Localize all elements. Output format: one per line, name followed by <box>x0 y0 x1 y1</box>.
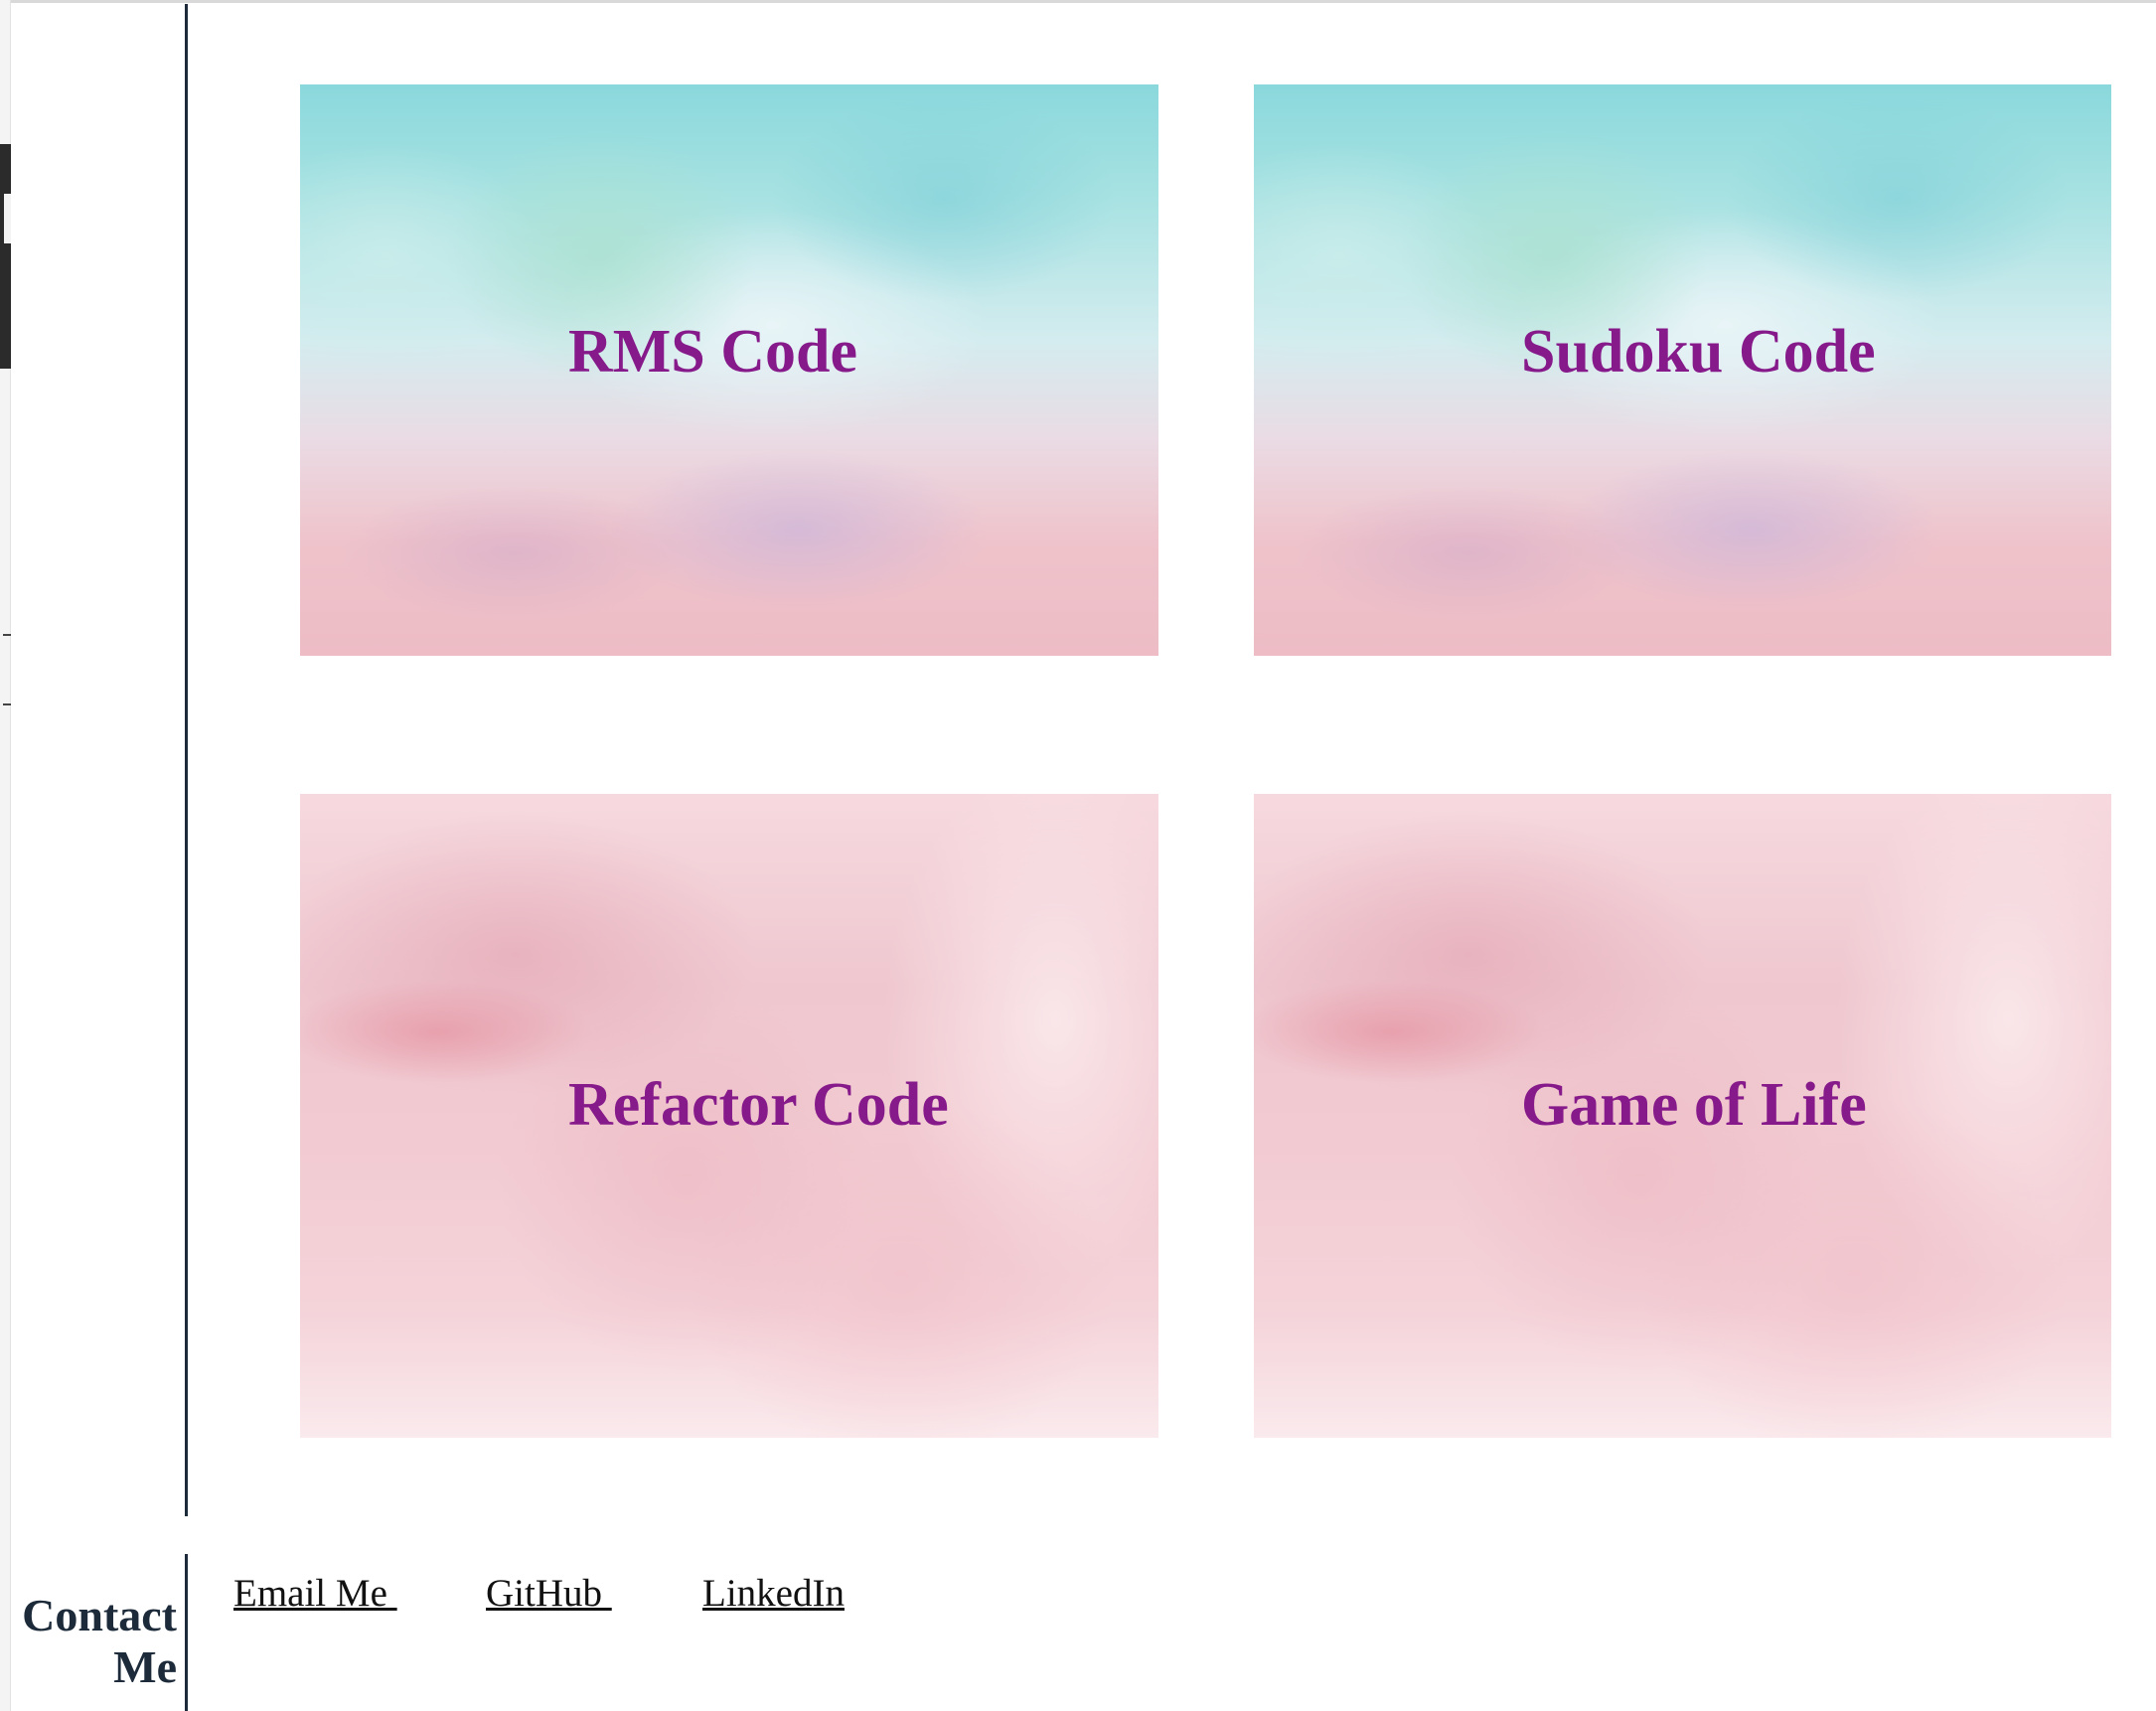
window-top-edge <box>0 0 2156 3</box>
project-card-title: Sudoku Code <box>1521 318 1876 386</box>
project-card-title: Game of Life <box>1521 1071 1867 1139</box>
side-panel-tab-notch <box>4 194 11 243</box>
contact-heading-line: Contact <box>22 1590 177 1640</box>
contact-heading: Contact Me <box>20 1590 177 1693</box>
project-card-title: Refactor Code <box>568 1071 949 1139</box>
side-panel-tab[interactable] <box>0 144 11 369</box>
linkedin-link[interactable]: LinkedIn <box>702 1570 845 1618</box>
edge-tick-mark <box>3 703 11 705</box>
github-link[interactable]: GitHub <box>486 1570 612 1618</box>
project-card-title: RMS Code <box>568 318 858 386</box>
page: RMS Code Sudoku Code Refactor Code Game … <box>0 0 2156 1711</box>
project-card-refactor[interactable]: Refactor Code <box>300 794 1158 1438</box>
main-vertical-divider <box>185 4 188 1516</box>
project-card-game-of-life[interactable]: Game of Life <box>1254 794 2111 1438</box>
edge-tick-mark <box>3 634 11 636</box>
project-card-rms[interactable]: RMS Code <box>300 84 1158 656</box>
email-link[interactable]: Email Me <box>233 1570 397 1618</box>
contact-heading-line: Me <box>113 1641 177 1692</box>
footer-vertical-divider <box>185 1554 188 1711</box>
project-card-sudoku[interactable]: Sudoku Code <box>1254 84 2111 656</box>
